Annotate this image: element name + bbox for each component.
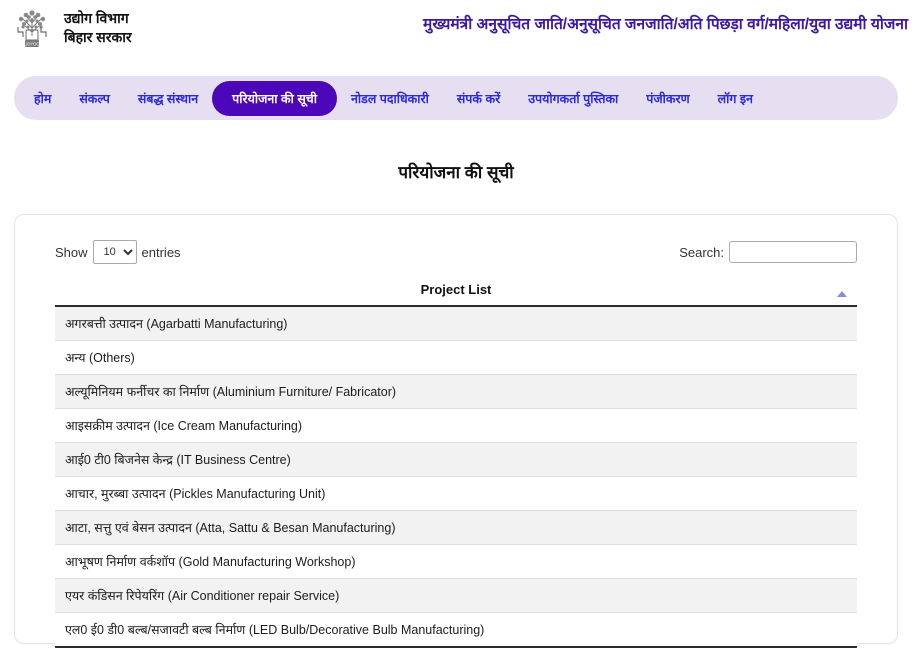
- cell-project-name: अन्य (Others): [55, 340, 857, 375]
- nav-item-user-manual[interactable]: उपयोगकर्ता पुस्तिका: [514, 84, 632, 113]
- page-length-select[interactable]: 102550100: [92, 240, 137, 264]
- table-row[interactable]: एल0 ई0 डी0 बल्ब/सजावटी बल्ब निर्माण (LED…: [55, 612, 857, 648]
- bihar-government-emblem-icon: UDYOG: [12, 6, 52, 50]
- table-body: अगरबत्ती उत्पादन (Agarbatti Manufacturin…: [55, 306, 857, 648]
- nav-item-login[interactable]: लॉग इन: [704, 84, 767, 113]
- cell-project-name: आटा, सत्तु एवं बेसन उत्पादन (Atta, Sattu…: [55, 510, 857, 545]
- nav-item-contact-us[interactable]: संपर्क करें: [443, 84, 514, 113]
- svg-text:UDYOG: UDYOG: [24, 42, 39, 47]
- main-navigation: होम संकल्प संबद्ध संस्थान परियोजना की सू…: [14, 76, 898, 120]
- project-list-card: Show 102550100 entries Search: Project L…: [14, 214, 898, 648]
- table-row[interactable]: अल्यूमिनियम फर्नीचर का निर्माण (Aluminiu…: [55, 374, 857, 409]
- nav-item-affiliated-institutions[interactable]: संबद्ध संस्थान: [124, 84, 212, 113]
- brand: UDYOG उद्योग विभाग बिहार सरकार: [0, 6, 132, 50]
- page-title: परियोजना की सूची: [398, 163, 514, 182]
- table-row[interactable]: एयर कंडिसन रिपेयरिंग (Air Conditioner re…: [55, 578, 857, 613]
- search-label: Search:: [679, 244, 724, 260]
- show-label: Show: [55, 244, 88, 260]
- table-row[interactable]: आई0 टी0 बिजनेस केन्द्र (IT Business Cent…: [55, 442, 857, 477]
- nav-item-registration[interactable]: पंजीकरण: [632, 84, 703, 113]
- cell-project-name: एल0 ई0 डी0 बल्ब/सजावटी बल्ब निर्माण (LED…: [55, 612, 857, 648]
- brand-text: उद्योग विभाग बिहार सरकार: [64, 9, 132, 47]
- search-control: Search:: [679, 241, 857, 263]
- nav-item-home[interactable]: होम: [20, 84, 65, 113]
- column-header-project-list[interactable]: Project List: [55, 277, 857, 307]
- site-header: UDYOG उद्योग विभाग बिहार सरकार मुख्यमंत्…: [0, 0, 912, 62]
- table-row[interactable]: आभूषण निर्माण वर्कशॉप (Gold Manufacturin…: [55, 544, 857, 579]
- scheme-title: मुख्यमंत्री अनुसूचित जाति/अनुसूचित जनजात…: [423, 16, 908, 33]
- nav-item-project-list[interactable]: परियोजना की सूची: [212, 80, 337, 116]
- cell-project-name: आई0 टी0 बिजनेस केन्द्र (IT Business Cent…: [55, 442, 857, 477]
- sort-ascending-icon: [837, 291, 847, 297]
- cell-project-name: आचार, मुरब्बा उत्पादन (Pickles Manufactu…: [55, 476, 857, 511]
- table-header-row: Project List: [55, 277, 857, 307]
- nav-item-sankalp[interactable]: संकल्प: [65, 84, 124, 113]
- table-head: Project List: [55, 277, 857, 307]
- brand-department-name: उद्योग विभाग: [64, 10, 129, 27]
- table-row[interactable]: आइसक्रीम उत्पादन (Ice Cream Manufacturin…: [55, 408, 857, 443]
- cell-project-name: आइसक्रीम उत्पादन (Ice Cream Manufacturin…: [55, 408, 857, 443]
- table-row[interactable]: अन्य (Others): [55, 340, 857, 375]
- cell-project-name: एयर कंडिसन रिपेयरिंग (Air Conditioner re…: [55, 578, 857, 613]
- cell-project-name: अगरबत्ती उत्पादन (Agarbatti Manufacturin…: [55, 306, 857, 341]
- cell-project-name: आभूषण निर्माण वर्कशॉप (Gold Manufacturin…: [55, 544, 857, 579]
- table-row[interactable]: आचार, मुरब्बा उत्पादन (Pickles Manufactu…: [55, 476, 857, 511]
- table-controls: Show 102550100 entries Search:: [55, 237, 857, 267]
- search-input[interactable]: [729, 241, 857, 263]
- brand-government-name: बिहार सरकार: [64, 29, 132, 45]
- table-row[interactable]: आटा, सत्तु एवं बेसन उत्पादन (Atta, Sattu…: [55, 510, 857, 545]
- table-row[interactable]: अगरबत्ती उत्पादन (Agarbatti Manufacturin…: [55, 306, 857, 341]
- cell-project-name: अल्यूमिनियम फर्नीचर का निर्माण (Aluminiu…: [55, 374, 857, 409]
- page-length-control: Show 102550100 entries: [55, 240, 181, 264]
- column-header-label: Project List: [420, 282, 492, 297]
- entries-label: entries: [141, 244, 181, 260]
- nav-item-nodal-officer[interactable]: नोडल पदाधिकारी: [337, 84, 443, 113]
- project-list-table: Project List अगरबत्ती उत्पादन (Agarbatti…: [55, 277, 857, 648]
